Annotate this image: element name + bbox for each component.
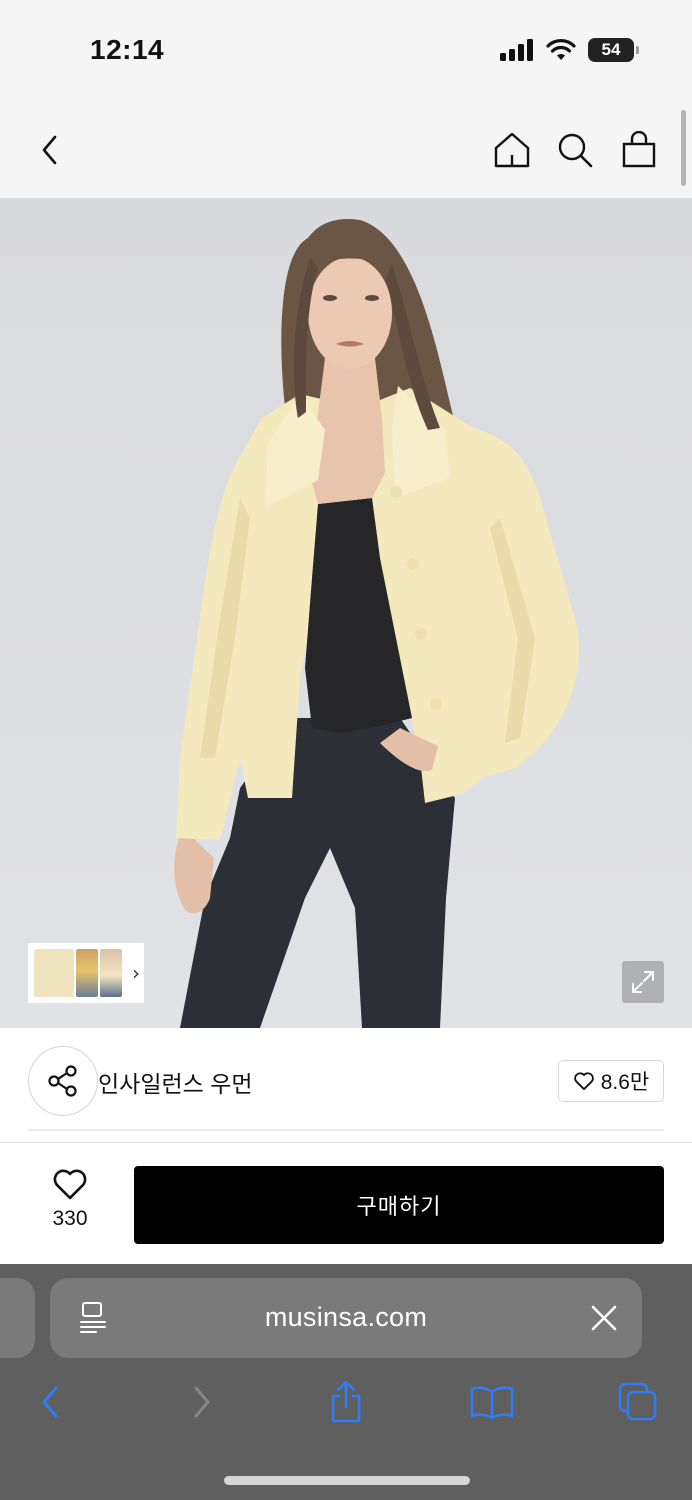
thumbnail-strip[interactable]: › [28,943,144,1003]
bookmarks-icon [470,1386,514,1420]
cart-button[interactable] [617,128,661,172]
status-time: 12:14 [90,34,165,65]
heart-icon [573,1072,594,1091]
previous-tab-preview[interactable] [0,1278,35,1358]
shopping-bag-icon [622,131,656,168]
browser-back-button[interactable] [26,1378,74,1426]
expand-icon [632,971,654,993]
back-icon [42,1386,58,1418]
share-button[interactable] [28,1046,98,1116]
top-nav-bar [0,100,692,198]
battery-indicator: 54 [588,38,639,62]
status-bar: 12:14 54 [0,0,692,100]
wishlist-button[interactable]: 330 [30,1167,110,1237]
product-image-gallery[interactable]: › [0,198,692,1028]
model-photo [174,218,579,1028]
heart-icon [53,1169,87,1200]
forward-icon [194,1386,210,1418]
browser-forward-button[interactable] [178,1378,226,1426]
back-icon [42,135,57,165]
brand-row: 인사일런스 우먼 8.6만 [0,1028,692,1144]
divider [28,1129,664,1131]
wishlist-count: 330 [52,1207,88,1230]
url-text[interactable]: musinsa.com [50,1302,642,1333]
signal-icon [500,39,533,61]
bookmarks-button[interactable] [468,1378,516,1426]
home-icon [494,132,530,168]
chevron-right-icon: › [132,961,140,985]
tabs-button[interactable] [614,1378,662,1426]
thumbnail-3[interactable] [100,949,122,997]
buy-button[interactable]: 구매하기 [134,1166,664,1244]
page-scroll-indicator [681,110,686,186]
share-icon [48,1065,77,1097]
close-icon[interactable] [588,1302,620,1334]
expand-image-button[interactable] [622,961,664,1003]
home-indicator [224,1476,470,1485]
purchase-bar: 330 구매하기 [0,1142,692,1264]
search-icon [558,133,593,168]
brand-like-count: 8.6만 [600,1071,650,1094]
thumbnail-1[interactable] [34,949,74,997]
search-button[interactable] [553,128,597,172]
tabs-icon [618,1382,657,1421]
status-icons: 54 [500,38,639,62]
browser-toolbar: musinsa.com [0,1264,692,1500]
thumbnail-2[interactable] [76,949,98,997]
brand-like-button[interactable]: 8.6만 [558,1060,664,1102]
wifi-icon [546,39,576,60]
share-icon [331,1380,361,1423]
browser-share-button[interactable] [322,1378,370,1426]
address-bar[interactable]: musinsa.com [50,1278,642,1358]
back-button[interactable] [28,128,72,172]
brand-name-link[interactable]: 인사일런스 우먼 [98,1065,253,1099]
home-button[interactable] [490,128,534,172]
